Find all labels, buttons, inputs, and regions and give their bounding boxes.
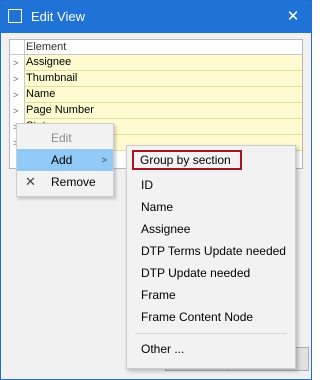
submenu-item-frame[interactable]: Frame xyxy=(127,284,295,306)
submenu-item-label: Assignee xyxy=(141,222,191,236)
row-cell[interactable]: Page Number xyxy=(24,103,302,119)
menu-item-label: Edit xyxy=(51,131,72,145)
row-expand-icon[interactable]: > xyxy=(13,105,22,117)
window-title: Edit View xyxy=(31,9,85,24)
menu-separator xyxy=(135,333,287,334)
submenu-item-group-by-section[interactable]: Group by section xyxy=(132,150,242,170)
submenu-item-assignee[interactable]: Assignee xyxy=(127,218,295,240)
submenu-item-frame-content-node[interactable]: Frame Content Node xyxy=(127,306,295,328)
row-cell[interactable]: Thumbnail xyxy=(24,71,302,87)
remove-x-icon: ✕ xyxy=(25,174,36,189)
submenu-item-id[interactable]: ID xyxy=(127,174,295,196)
submenu-arrow-icon: > xyxy=(101,155,107,165)
submenu-item-label: ID xyxy=(141,178,153,192)
menu-item-add[interactable]: Add > xyxy=(17,149,113,171)
column-header-element[interactable]: Element xyxy=(24,40,302,54)
grid-header: Element xyxy=(10,40,302,55)
submenu-item-label: Frame Content Node xyxy=(141,310,254,324)
submenu-item-label: Group by section xyxy=(140,153,231,167)
submenu-item-dtp-terms-update-needed[interactable]: DTP Terms Update needed xyxy=(127,240,295,262)
window-icon xyxy=(8,9,22,23)
row-cell[interactable]: Assignee xyxy=(24,55,302,71)
submenu-item-other[interactable]: Other ... xyxy=(127,338,295,360)
row-expand-icon[interactable]: > xyxy=(13,73,22,85)
context-menu: Edit Add > ✕ Remove xyxy=(16,123,114,197)
submenu-item-label: Frame xyxy=(141,288,176,302)
menu-item-edit[interactable]: Edit xyxy=(17,127,113,149)
submenu-item-label: DTP Update needed xyxy=(141,266,251,280)
title-bar: Edit View ✕ xyxy=(1,1,311,33)
row-expand-icon[interactable]: > xyxy=(13,57,22,69)
add-submenu: Group by section ID Name Assignee DTP Te… xyxy=(126,145,296,369)
submenu-item-dtp-update-needed[interactable]: DTP Update needed xyxy=(127,262,295,284)
row-expand-icon[interactable]: > xyxy=(13,89,22,101)
row-cell[interactable]: Name xyxy=(24,87,302,103)
submenu-item-label: DTP Terms Update needed xyxy=(141,244,286,258)
table-row[interactable]: > Page Number xyxy=(10,103,302,119)
menu-item-label: Add xyxy=(51,153,73,167)
menu-item-remove[interactable]: ✕ Remove xyxy=(17,171,113,193)
table-row[interactable]: > Name xyxy=(10,87,302,103)
close-icon[interactable]: ✕ xyxy=(279,3,307,31)
submenu-item-label: Other ... xyxy=(141,342,185,356)
menu-item-label: Remove xyxy=(51,175,96,189)
submenu-item-name[interactable]: Name xyxy=(127,196,295,218)
table-row[interactable]: > Thumbnail xyxy=(10,71,302,87)
table-row[interactable]: > Assignee xyxy=(10,55,302,71)
submenu-item-label: Name xyxy=(141,200,174,214)
